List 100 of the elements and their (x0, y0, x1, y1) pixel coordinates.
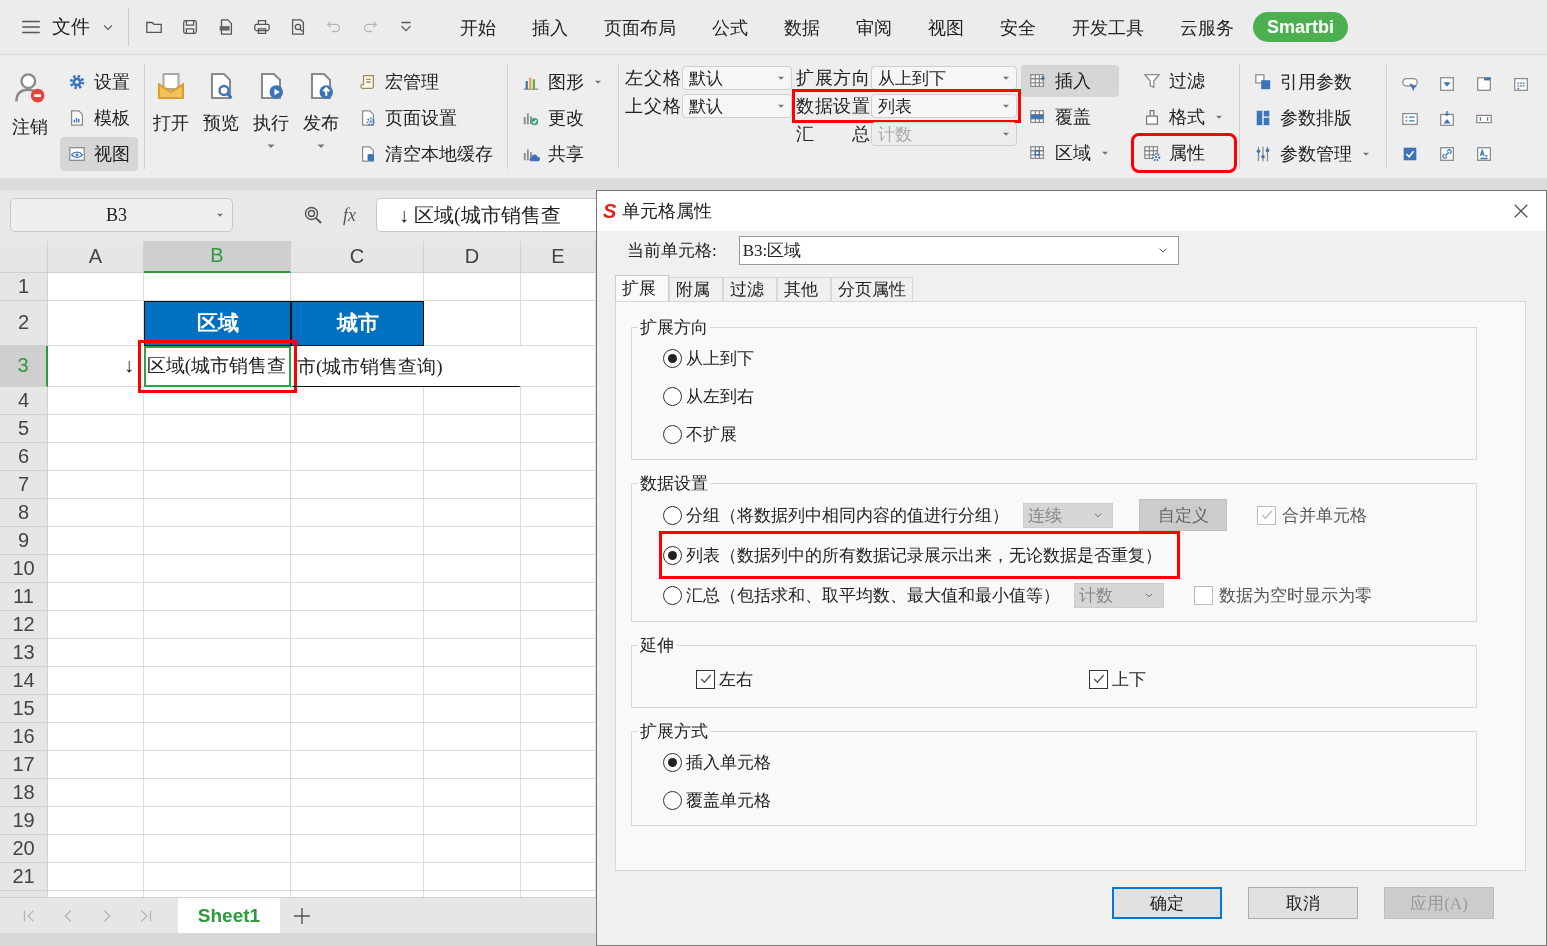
ribbon-button[interactable]: 图形 (514, 65, 612, 99)
column-header[interactable]: C (291, 240, 424, 273)
ribbon-button[interactable]: 清空本地缓存 (351, 137, 501, 171)
row-header[interactable]: 10 (0, 554, 48, 583)
combo-box[interactable]: B3:区域 (738, 235, 1179, 265)
sheet-tab[interactable]: Sheet1 (178, 898, 280, 933)
name-box[interactable]: B3 (10, 198, 233, 233)
ribbon-button[interactable]: 打开 (151, 65, 191, 173)
dialog-button[interactable]: 取消 (1248, 887, 1358, 919)
dialog-tab[interactable]: 附属 (669, 277, 723, 301)
column-header[interactable]: D (424, 240, 521, 273)
ribbon-button[interactable]: 更改 (514, 101, 612, 135)
menu-tab[interactable]: 审阅 (839, 12, 909, 42)
window-icon[interactable] (1475, 75, 1493, 93)
menu-tab[interactable]: 云服务 (1163, 12, 1251, 42)
radio-button[interactable] (663, 424, 682, 444)
ribbon-button[interactable]: 预览 (201, 65, 241, 173)
ribbon-button[interactable]: 区域 (1021, 137, 1119, 169)
checkbox[interactable] (1089, 669, 1108, 689)
dialog-tab[interactable]: 过滤 (723, 277, 777, 301)
menu-tab[interactable]: 公式 (695, 12, 765, 42)
row-header[interactable]: 9 (0, 526, 48, 555)
dropdown[interactable]: 默认 (682, 66, 792, 90)
formula-field[interactable]: ↓ 区域(城市销售查 (376, 198, 596, 233)
ribbon-button[interactable]: 属性 (1135, 137, 1233, 169)
document-search-icon[interactable] (289, 18, 307, 36)
label-icon[interactable] (1475, 145, 1493, 163)
column-header[interactable]: E (521, 240, 596, 273)
dropdown[interactable]: 从上到下 (871, 66, 1017, 90)
row-header[interactable]: 19 (0, 806, 48, 835)
file-menu[interactable]: 文件 (20, 10, 116, 44)
row-header[interactable]: 21 (0, 862, 48, 891)
save-icon[interactable] (181, 18, 199, 36)
link-icon[interactable] (1438, 145, 1456, 163)
row-header[interactable]: 1 (0, 272, 48, 301)
row-header[interactable]: 6 (0, 442, 48, 471)
menu-tab[interactable]: 开发工具 (1055, 12, 1161, 42)
dropdown-control-icon[interactable] (1438, 75, 1456, 93)
ribbon-button[interactable]: 引用参数 (1246, 65, 1380, 99)
row-header[interactable]: 2 (0, 300, 48, 346)
radio-button[interactable] (663, 545, 682, 565)
radio-button[interactable] (663, 585, 682, 605)
menu-tab[interactable]: 安全 (983, 12, 1053, 42)
radio-button[interactable] (663, 348, 682, 368)
ribbon-button[interactable]: 设置 (60, 65, 138, 99)
row-header[interactable]: 8 (0, 498, 48, 527)
checkbox[interactable] (696, 669, 715, 689)
row-header[interactable]: 16 (0, 722, 48, 751)
dialog-tab[interactable]: 其他 (777, 277, 831, 301)
row-header[interactable]: 4 (0, 386, 48, 415)
row-header[interactable]: 17 (0, 750, 48, 779)
zoom-icon[interactable] (303, 205, 323, 226)
dialog-button[interactable]: 确定 (1112, 887, 1222, 919)
dialog-tab[interactable]: 分页属性 (831, 277, 913, 301)
picture-icon[interactable] (1438, 110, 1456, 128)
ribbon-button[interactable]: 过滤 (1135, 65, 1233, 97)
radio-button[interactable] (663, 505, 682, 525)
radio-button[interactable] (663, 790, 682, 810)
column-header[interactable]: A (48, 240, 144, 273)
row-header[interactable]: 15 (0, 694, 48, 723)
ribbon-button[interactable]: 共享 (514, 137, 612, 171)
ribbon-button[interactable]: 参数排版 (1246, 101, 1380, 135)
ribbon-button[interactable]: 页面设置 (351, 101, 501, 135)
row-header[interactable]: 18 (0, 778, 48, 807)
ribbon-button[interactable]: 模板 (60, 101, 138, 135)
ribbon-button[interactable]: 格式 (1135, 101, 1233, 133)
menu-tab[interactable]: 页面布局 (587, 12, 693, 42)
dialog-tab[interactable]: 扩展 (615, 275, 669, 301)
row-header[interactable]: 13 (0, 638, 48, 667)
menu-tab[interactable]: 插入 (515, 12, 585, 42)
dropdown[interactable]: 列表 (871, 94, 1017, 118)
ribbon-button[interactable]: 插入 (1021, 65, 1119, 97)
printer-icon[interactable] (253, 18, 271, 36)
row-header[interactable]: 12 (0, 610, 48, 639)
close-icon[interactable] (1512, 202, 1530, 220)
ribbon-button[interactable]: 执行 (251, 65, 291, 173)
selected-cell[interactable]: 区域(城市销售查 (144, 345, 291, 387)
row-header[interactable]: 5 (0, 414, 48, 443)
row-header[interactable]: 20 (0, 834, 48, 863)
ribbon-button[interactable]: 参数管理 (1246, 137, 1380, 171)
radio-button[interactable] (663, 386, 682, 406)
calendar-icon[interactable] (1512, 75, 1530, 93)
ribbon-button[interactable]: 视图 (60, 137, 138, 171)
dropdown[interactable]: 默认 (682, 94, 792, 118)
function-label[interactable]: fx (343, 204, 356, 226)
list-icon[interactable] (1401, 110, 1419, 128)
radio-button[interactable] (663, 752, 682, 772)
document-icon[interactable] (217, 18, 235, 36)
menu-tab[interactable]: 数据 (767, 12, 837, 42)
table-cell[interactable]: 市(城市销售查询) (291, 345, 521, 387)
ribbon-button[interactable]: 宏管理 (351, 65, 501, 99)
menu-tab[interactable]: 开始 (443, 12, 513, 42)
checkbox-icon[interactable] (1401, 145, 1419, 163)
button-control-icon[interactable] (1401, 75, 1419, 93)
menu-tab[interactable]: 视图 (911, 12, 981, 42)
ribbon-button[interactable]: 覆盖 (1021, 101, 1119, 133)
add-icon[interactable] (292, 905, 312, 926)
row-header[interactable]: 7 (0, 470, 48, 499)
row-header[interactable]: 14 (0, 666, 48, 695)
ribbon-button[interactable]: 注销 (10, 65, 50, 173)
